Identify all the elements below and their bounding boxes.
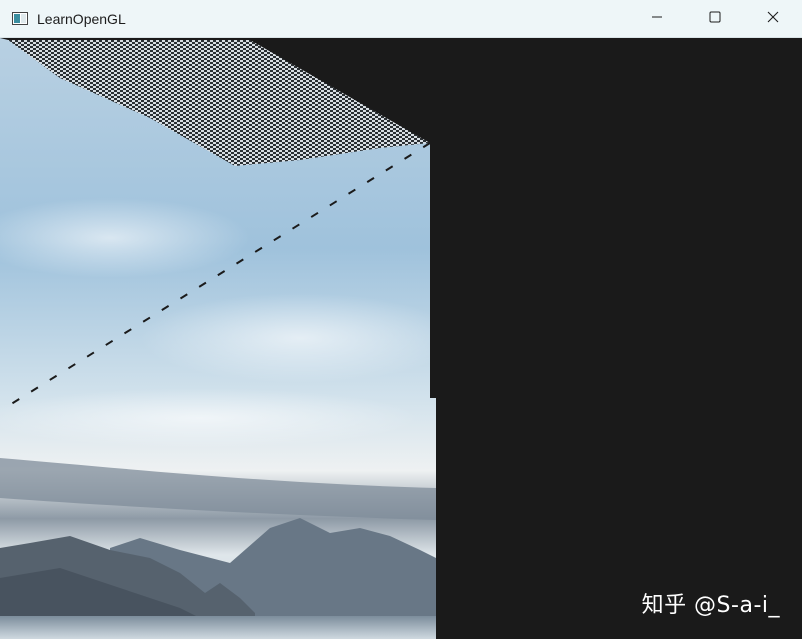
- title-bar[interactable]: LearnOpenGL: [0, 0, 802, 38]
- maximize-button[interactable]: [686, 0, 744, 38]
- dark-face: [430, 38, 802, 639]
- close-icon: [767, 10, 779, 28]
- watermark-text: 知乎 @S-a-i_: [641, 593, 780, 618]
- maximize-icon: [709, 10, 721, 28]
- app-window: LearnOpenGL 知乎 @S-a-i_: [0, 0, 802, 639]
- minimize-button[interactable]: [628, 0, 686, 38]
- window-controls: [628, 0, 802, 38]
- minimize-icon: [651, 10, 663, 28]
- cloud: [140, 293, 460, 383]
- water: [0, 616, 436, 639]
- skybox-render: [0, 38, 802, 639]
- close-button[interactable]: [744, 0, 802, 38]
- cloud: [0, 388, 420, 448]
- render-viewport[interactable]: 知乎 @S-a-i_: [0, 38, 802, 639]
- window-title: LearnOpenGL: [37, 10, 126, 27]
- window-app-icon: [11, 12, 29, 26]
